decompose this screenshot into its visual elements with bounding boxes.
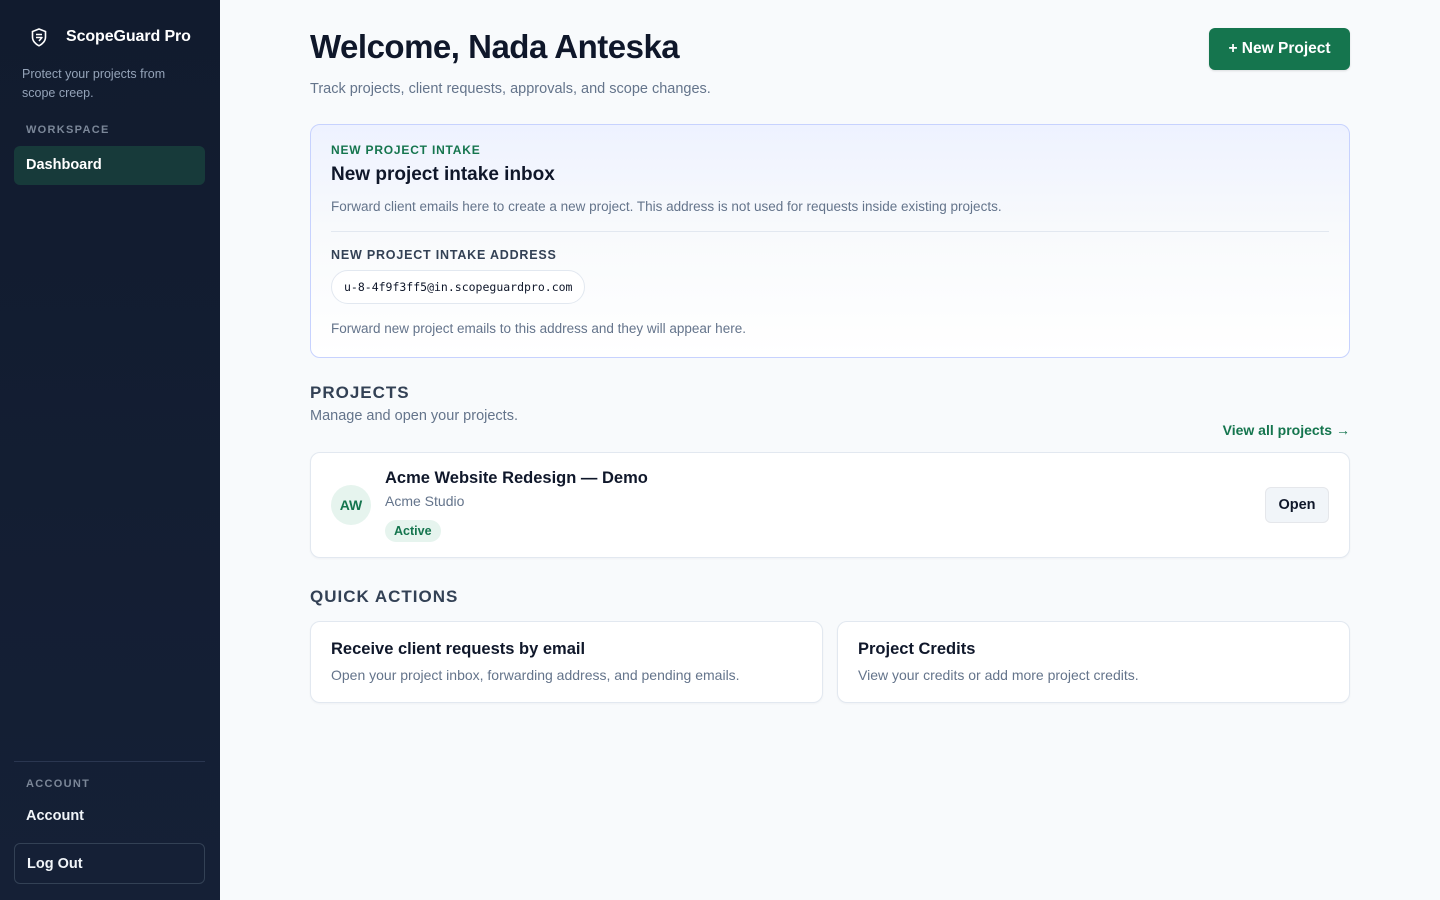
sidebar-item-dashboard[interactable]: Dashboard — [14, 146, 205, 185]
quick-action-email-requests[interactable]: Receive client requests by email Open yo… — [310, 621, 823, 703]
quick-action-title: Project Credits — [858, 640, 976, 658]
account-section-label: ACCOUNT — [26, 778, 91, 790]
page-title: Welcome, Nada Anteska — [310, 28, 680, 65]
sidebar: ScopeGuard Pro Protect your projects fro… — [0, 0, 220, 900]
project-client: Acme Studio — [385, 493, 465, 509]
brand[interactable]: ScopeGuard Pro — [28, 26, 191, 48]
new-project-button[interactable]: + New Project — [1209, 28, 1350, 70]
intake-divider — [331, 231, 1329, 232]
quick-action-description: Open your project inbox, forwarding addr… — [331, 667, 740, 683]
shield-icon — [28, 26, 50, 48]
intake-address[interactable]: u-8-4f9f3ff5@in.scopeguardpro.com — [331, 270, 586, 304]
intake-address-label: NEW PROJECT INTAKE ADDRESS — [331, 248, 557, 262]
quick-action-title: Receive client requests by email — [331, 640, 586, 658]
project-avatar: AW — [331, 485, 371, 525]
view-all-projects-link[interactable]: View all projects → — [1223, 422, 1350, 438]
project-card[interactable]: AW Acme Website Redesign — Demo Acme Stu… — [310, 452, 1350, 558]
intake-description: Forward client emails here to create a n… — [331, 199, 1002, 214]
quick-action-description: View your credits or add more project cr… — [858, 667, 1139, 683]
status-badge: Active — [385, 520, 441, 542]
quick-actions-heading: QUICK ACTIONS — [310, 587, 459, 606]
brand-tagline: Protect your projects from scope creep. — [22, 67, 166, 100]
projects-subtitle: Manage and open your projects. — [310, 408, 518, 424]
logout-button[interactable]: Log Out — [14, 843, 205, 884]
brand-name: ScopeGuard Pro — [66, 28, 191, 45]
sidebar-divider — [14, 761, 205, 762]
page-subtitle: Track projects, client requests, approva… — [310, 81, 711, 97]
intake-card: NEW PROJECT INTAKE New project intake in… — [310, 124, 1350, 358]
workspace-section-label: WORKSPACE — [26, 124, 110, 136]
projects-heading: PROJECTS — [310, 383, 410, 402]
intake-title: New project intake inbox — [331, 164, 555, 185]
intake-eyebrow: NEW PROJECT INTAKE — [331, 143, 481, 157]
quick-action-project-credits[interactable]: Project Credits View your credits or add… — [837, 621, 1350, 703]
sidebar-item-account[interactable]: Account — [26, 808, 84, 824]
intake-help-text: Forward new project emails to this addre… — [331, 321, 746, 336]
open-project-button[interactable]: Open — [1265, 487, 1329, 523]
project-name[interactable]: Acme Website Redesign — Demo — [385, 469, 648, 488]
